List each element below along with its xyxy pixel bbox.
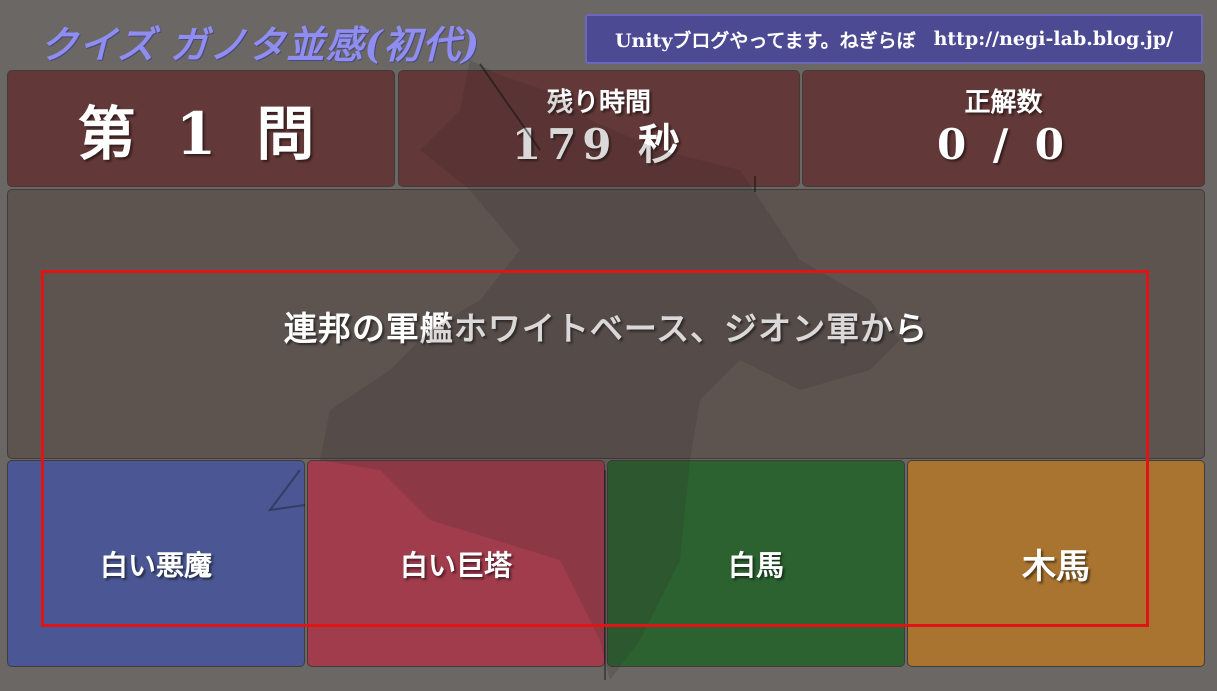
answer-label-2: 白い巨塔: [399, 548, 512, 582]
question-text: 連邦の軍艦ホワイトベース、ジオン軍から: [283, 309, 929, 348]
answer-label-4: 木馬: [1022, 547, 1090, 587]
time-label: 残り時間: [546, 87, 651, 118]
blog-text: Unityブログやってます。ねぎらぼ: [614, 29, 916, 52]
score-label: 正解数: [964, 87, 1043, 118]
answer-button-4[interactable]: 木馬: [908, 461, 1204, 666]
score-panel: 正解数 0 / 0: [803, 71, 1204, 186]
answer-button-1[interactable]: 白い悪魔: [8, 461, 304, 666]
time-value: 179 秒: [511, 119, 687, 169]
app-title: クイズ ガノタ並感(初代): [40, 22, 481, 67]
question-panel: 連邦の軍艦ホワイトベース、ジオン軍から: [8, 190, 1204, 458]
question-number-panel: 第 1 問: [8, 71, 394, 186]
answer-button-3[interactable]: 白馬: [608, 461, 904, 666]
score-value: 0 / 0: [936, 119, 1071, 169]
question-number: 第 1 問: [77, 99, 325, 168]
blog-url: http://negi-lab.blog.jp/: [933, 28, 1174, 50]
answer-label-3: 白馬: [727, 548, 784, 582]
answer-button-2[interactable]: 白い巨塔: [308, 461, 604, 666]
answer-label-1: 白い悪魔: [99, 548, 212, 582]
timer-panel: 残り時間 179 秒: [399, 71, 799, 186]
blog-banner-link[interactable]: Unityブログやってます。ねぎらぼ http://negi-lab.blog.…: [585, 14, 1203, 64]
